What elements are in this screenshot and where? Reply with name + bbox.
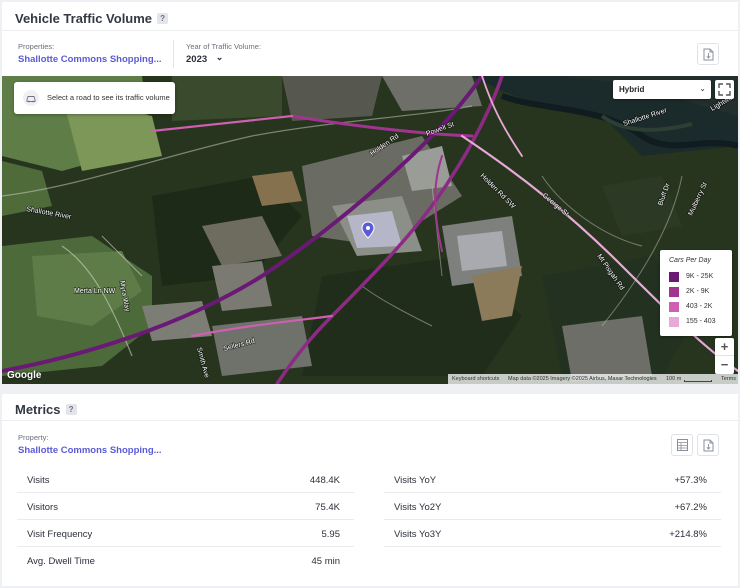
legend-label: 403 - 2K (686, 303, 713, 310)
map-type-select[interactable]: Hybrid ⌄ (613, 80, 711, 99)
metrics-card: Metrics? Property: Shallotte Commons Sho… (2, 394, 738, 586)
legend-swatch (669, 287, 679, 297)
car-icon (23, 90, 39, 106)
chevron-down-icon: ⌄ (699, 84, 706, 93)
scale-label: 100 m (666, 376, 682, 382)
satellite-imagery: Shallotte River Shallotte River Merta Ln… (2, 76, 738, 384)
table-settings-button[interactable] (671, 434, 693, 456)
export-pdf-button[interactable] (697, 434, 719, 456)
select-road-hint: Select a road to see its traffic volume (14, 82, 175, 114)
metric-row: Visits YoY +57.3% (384, 466, 721, 493)
metric-row: Visitors 75.4K (17, 493, 354, 520)
zoom-out-button[interactable]: − (715, 356, 734, 374)
metric-row: Visits 448.4K (17, 466, 354, 493)
metric-value: +57.3% (674, 475, 708, 486)
metric-value: 5.95 (321, 529, 341, 540)
export-pdf-button[interactable] (697, 43, 719, 65)
map-label-merta-ln: Merta Ln NW (74, 288, 116, 295)
metric-value: +214.8% (669, 529, 707, 540)
divider (2, 30, 738, 31)
year-value: 2023 (186, 54, 208, 65)
properties-label: Properties: (18, 42, 55, 51)
keyboard-shortcuts-link[interactable]: Keyboard shortcuts (452, 374, 499, 384)
traffic-title-row: Vehicle Traffic Volume? (15, 11, 169, 26)
fullscreen-button[interactable] (715, 80, 734, 99)
fullscreen-icon (718, 83, 731, 96)
map-data-text: Map data ©2025 Imagery ©2025 Airbus, Max… (508, 376, 657, 382)
metric-row: Visit Frequency 5.95 (17, 520, 354, 547)
divider (2, 420, 738, 421)
metric-value: +67.2% (674, 502, 708, 513)
hint-text: Select a road to see its traffic volume (47, 93, 170, 102)
legend-label: 155 - 403 (686, 318, 716, 325)
metric-label: Visits (27, 475, 50, 486)
traffic-legend: Cars Per Day 9K - 25K 2K - 9K 403 - 2K 1… (660, 250, 732, 336)
filter-divider (173, 40, 174, 68)
metric-value: 45 min (311, 556, 340, 567)
metric-label: Visits Yo3Y (394, 529, 442, 540)
legend-label: 9K - 25K (686, 273, 714, 280)
zoom-controls: + − (715, 338, 734, 374)
metric-value: 448.4K (309, 475, 340, 486)
legend-swatch (669, 317, 679, 327)
legend-swatch (669, 272, 679, 282)
metrics-left-table: Visits 448.4K Visitors 75.4K Visit Frequ… (17, 466, 354, 578)
table-icon (677, 439, 688, 451)
metrics-help-icon[interactable]: ? (65, 404, 77, 415)
year-dropdown[interactable]: 2023 ⌄ (186, 52, 224, 65)
metric-label: Visits YoY (394, 475, 437, 486)
property-label: Property: (18, 433, 49, 442)
traffic-volume-title: Vehicle Traffic Volume (15, 11, 153, 26)
metric-label: Visitors (27, 502, 58, 513)
metric-label: Visits Yo2Y (394, 502, 442, 513)
file-export-icon (703, 48, 714, 61)
google-logo: Google (7, 370, 42, 381)
year-label: Year of Traffic Volume: (186, 42, 262, 51)
property-link[interactable]: Shallotte Commons Shopping... (18, 54, 162, 65)
map-type-value: Hybrid (619, 85, 645, 94)
metric-label: Visit Frequency (27, 529, 93, 540)
metric-label: Avg. Dwell Time (27, 556, 95, 567)
property-link[interactable]: Shallotte Commons Shopping... (18, 445, 162, 456)
metric-row: Avg. Dwell Time 45 min (17, 547, 354, 574)
map-attribution: Keyboard shortcuts Map data ©2025 Imager… (448, 374, 738, 384)
metric-value: 75.4K (315, 502, 340, 513)
chevron-down-icon: ⌄ (215, 52, 224, 62)
traffic-volume-card: Vehicle Traffic Volume? Properties: Shal… (2, 2, 738, 384)
zoom-in-button[interactable]: + (715, 338, 734, 356)
legend-swatch (669, 302, 679, 312)
metrics-right-table: Visits YoY +57.3% Visits Yo2Y +67.2% Vis… (384, 466, 721, 550)
traffic-help-icon[interactable]: ? (157, 13, 169, 24)
traffic-map[interactable]: Shallotte River Shallotte River Merta Ln… (2, 76, 738, 384)
legend-label: 2K - 9K (686, 288, 710, 295)
metric-row: Visits Yo2Y +67.2% (384, 493, 721, 520)
terms-link[interactable]: Terms (721, 374, 736, 384)
file-export-icon (703, 439, 714, 452)
metrics-title-row: Metrics? (15, 402, 77, 417)
metrics-title: Metrics (15, 402, 61, 417)
metric-row: Visits Yo3Y +214.8% (384, 520, 721, 547)
legend-title: Cars Per Day (669, 257, 712, 264)
scale-bar (684, 380, 712, 382)
